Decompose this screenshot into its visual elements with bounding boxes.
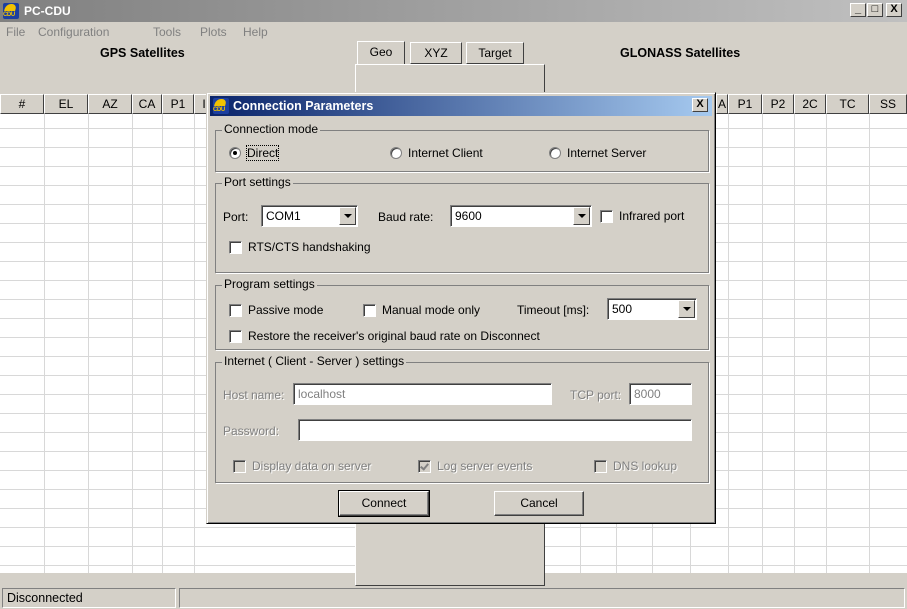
dialog-close-button[interactable]: X <box>692 98 708 112</box>
host-name-value: localhost <box>298 387 346 401</box>
rts-cts-checkbox[interactable] <box>229 241 242 254</box>
port-settings-label: Port settings <box>222 175 293 189</box>
port-select[interactable]: COM1 <box>261 205 358 227</box>
baud-rate-label: Baud rate: <box>378 210 434 224</box>
tcp-port-value: 8000 <box>634 387 661 401</box>
log-events-label[interactable]: Log server events <box>437 459 532 473</box>
app-title-bar[interactable]: PC-CDU _ □ X <box>0 0 907 22</box>
cancel-button[interactable]: Cancel <box>494 491 584 516</box>
gps-col-header[interactable]: # <box>0 94 44 114</box>
restore-baud-label[interactable]: Restore the receiver's original baud rat… <box>248 329 540 343</box>
glonass-col-header[interactable]: SS <box>869 94 907 114</box>
internet-settings-label: Internet ( Client - Server ) settings <box>222 354 407 368</box>
port-label: Port: <box>223 210 249 224</box>
menu-help[interactable]: Help <box>243 25 268 39</box>
gps-col-header[interactable]: CA <box>132 94 162 114</box>
infrared-port-checkbox[interactable] <box>600 210 613 223</box>
infrared-port-label[interactable]: Infrared port <box>619 209 684 223</box>
app-title: PC-CDU <box>24 4 71 18</box>
minimize-button[interactable]: _ <box>850 3 866 17</box>
status-pane: Disconnected <box>2 588 176 608</box>
dialog-title-bar[interactable]: Connection Parameters X <box>210 96 712 116</box>
restore-baud-checkbox[interactable] <box>229 330 242 343</box>
program-settings-group: Program settings Passive mode Manual mod… <box>215 277 709 350</box>
internet-server-radio[interactable] <box>549 147 561 159</box>
menu-tools[interactable]: Tools <box>153 25 181 39</box>
passive-mode-label[interactable]: Passive mode <box>248 303 323 317</box>
tcp-port-label: TCP port: <box>570 388 622 402</box>
gps-satellites-title: GPS Satellites <box>100 46 185 60</box>
dialog-title: Connection Parameters <box>233 99 374 113</box>
rts-cts-label[interactable]: RTS/CTS handshaking <box>248 240 371 254</box>
connection-mode-label: Connection mode <box>222 122 321 136</box>
glonass-col-header[interactable]: TC <box>826 94 869 114</box>
baud-rate-value: 9600 <box>455 209 482 223</box>
glonass-col-header[interactable]: 2C <box>794 94 826 114</box>
menu-plots[interactable]: Plots <box>200 25 227 39</box>
maximize-button[interactable]: □ <box>867 3 883 17</box>
tab-geo[interactable]: Geo <box>357 41 405 65</box>
manual-mode-label[interactable]: Manual mode only <box>382 303 480 317</box>
internet-client-radio[interactable] <box>390 147 402 159</box>
connect-button[interactable]: Connect <box>338 490 430 517</box>
display-data-label[interactable]: Display data on server <box>252 459 371 473</box>
dns-lookup-checkbox[interactable] <box>594 460 607 473</box>
direct-label[interactable]: Direct <box>245 145 280 161</box>
tcp-port-input[interactable]: 8000 <box>629 383 692 405</box>
passive-mode-checkbox[interactable] <box>229 304 242 317</box>
menu-file[interactable]: File <box>6 25 25 39</box>
tab-xyz[interactable]: XYZ <box>410 42 462 64</box>
internet-server-label[interactable]: Internet Server <box>567 146 646 160</box>
log-events-checkbox[interactable] <box>418 460 431 473</box>
internet-client-label[interactable]: Internet Client <box>408 146 483 160</box>
status-text: Disconnected <box>7 591 83 605</box>
status-bar: Disconnected <box>0 586 907 609</box>
timeout-select[interactable]: 500 <box>607 298 697 320</box>
glonass-col-header[interactable]: A <box>716 94 728 114</box>
gps-col-header[interactable]: AZ <box>88 94 132 114</box>
chevron-down-icon[interactable] <box>678 300 695 318</box>
dialog-icon <box>213 98 229 114</box>
glonass-col-header[interactable]: P2 <box>762 94 794 114</box>
program-settings-label: Program settings <box>222 277 317 291</box>
manual-mode-checkbox[interactable] <box>363 304 376 317</box>
glonass-satellites-title: GLONASS Satellites <box>620 46 741 60</box>
menu-configuration[interactable]: Configuration <box>38 25 109 39</box>
tab-target[interactable]: Target <box>466 42 524 64</box>
chevron-down-icon[interactable] <box>339 207 356 225</box>
menu-bar: File Configuration Tools Plots Help <box>0 22 907 42</box>
host-name-input[interactable]: localhost <box>293 383 552 405</box>
connection-mode-group: Connection mode Direct Internet Client I… <box>215 122 709 172</box>
chevron-down-icon[interactable] <box>573 207 590 225</box>
host-name-label: Host name: <box>223 388 285 402</box>
close-button[interactable]: X <box>886 3 902 17</box>
gps-col-header[interactable]: EL <box>44 94 88 114</box>
direct-radio[interactable] <box>229 147 241 159</box>
port-settings-group: Port settings Port: COM1 Baud rate: 9600… <box>215 175 709 273</box>
baud-rate-select[interactable]: 9600 <box>450 205 592 227</box>
password-label: Password: <box>223 424 280 438</box>
port-value: COM1 <box>266 209 301 223</box>
timeout-label: Timeout [ms]: <box>517 303 590 317</box>
glonass-col-header[interactable]: P1 <box>728 94 762 114</box>
app-icon <box>3 3 19 19</box>
section-header: GPS Satellites Geo XYZ Target GLONASS Sa… <box>0 41 907 65</box>
display-data-checkbox[interactable] <box>233 460 246 473</box>
connection-parameters-dialog: Connection Parameters X Connection mode … <box>206 92 716 524</box>
dns-lookup-label[interactable]: DNS lookup <box>613 459 677 473</box>
internet-settings-group: Internet ( Client - Server ) settings Ho… <box>215 354 709 483</box>
status-pane-secondary <box>179 588 905 608</box>
timeout-value: 500 <box>612 302 633 316</box>
password-input[interactable] <box>298 419 692 441</box>
gps-col-header[interactable]: P1 <box>162 94 194 114</box>
